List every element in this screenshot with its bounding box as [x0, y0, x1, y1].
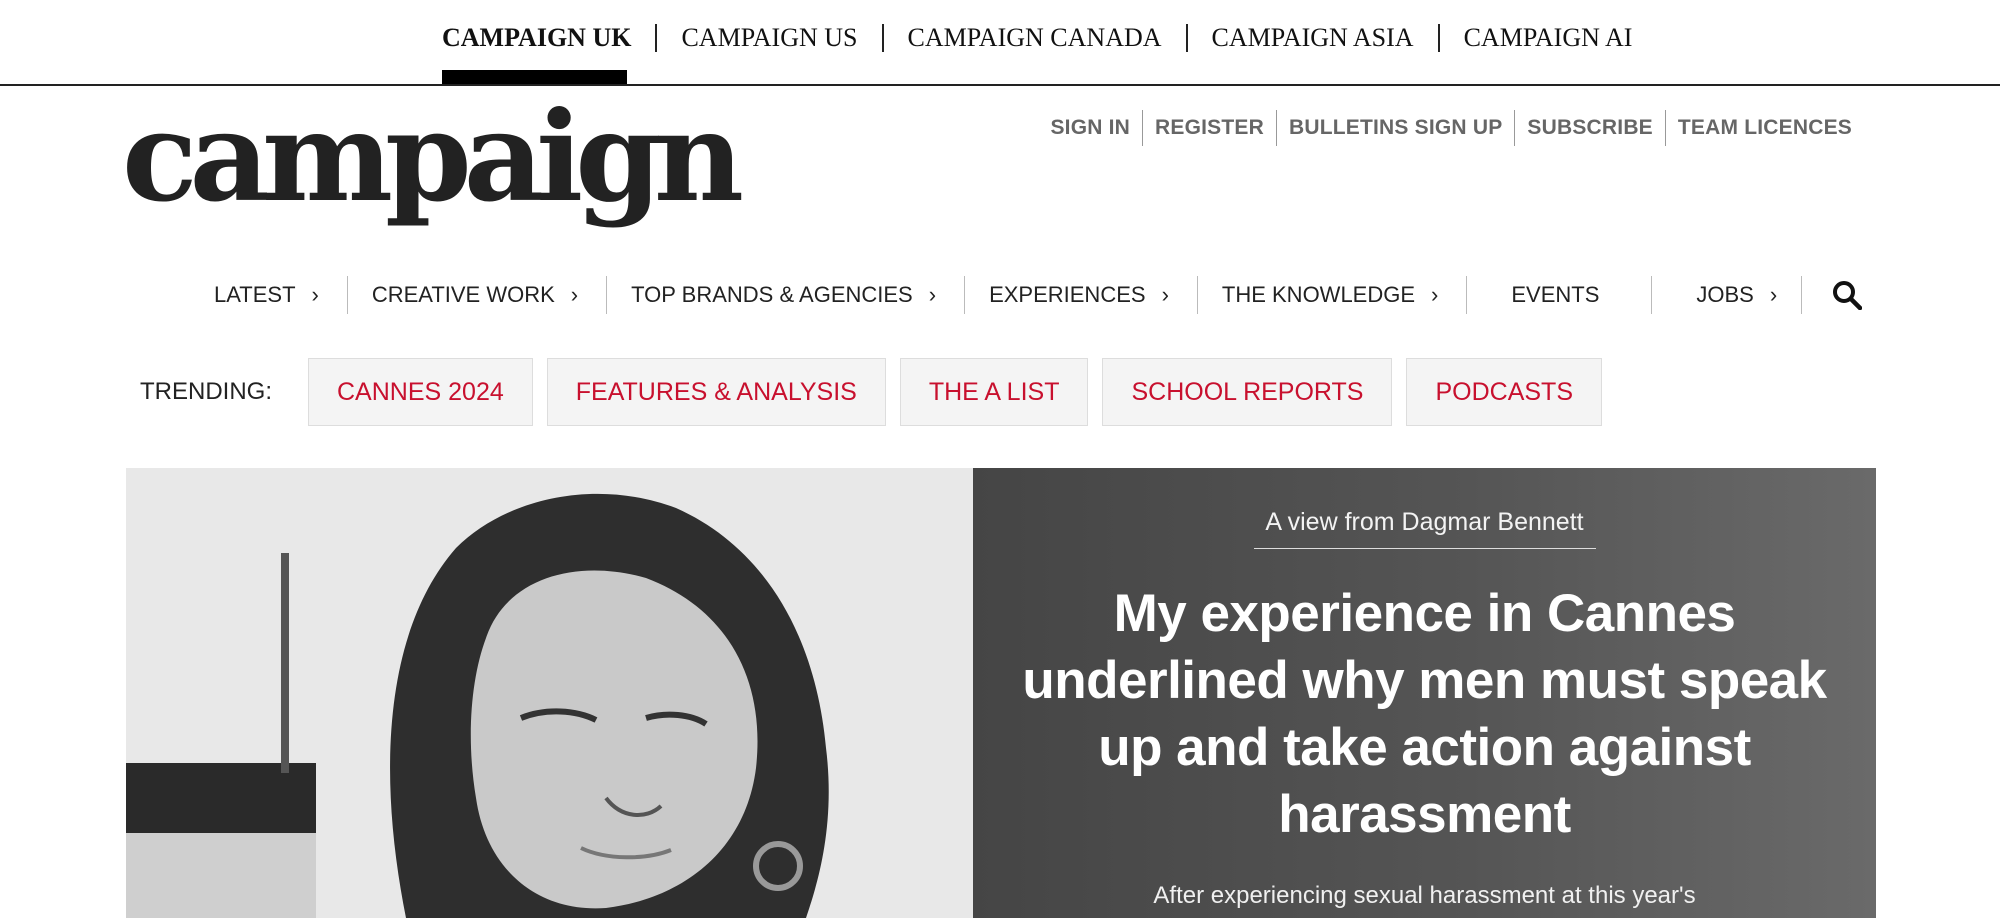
nav-item-experiences[interactable]: EXPERIENCES › — [965, 277, 1197, 313]
nav-item-label: TOP BRANDS & AGENCIES — [631, 282, 913, 307]
edition-divider — [881, 24, 884, 52]
site-logo[interactable]: campaign — [122, 96, 744, 220]
search-icon — [1833, 281, 1863, 310]
trending-chip-features-analysis[interactable]: FEATURES & ANALYSIS — [546, 358, 886, 426]
chevron-right-icon: › — [1431, 282, 1439, 307]
article-standfirst: After experiencing sexual harassment at … — [1153, 882, 1696, 909]
nav-item-creative-work[interactable]: CREATIVE WORK › — [348, 277, 606, 313]
trending-chip-podcasts[interactable]: PODCASTS — [1406, 358, 1602, 426]
chevron-right-icon: › — [570, 282, 579, 307]
trending-bar: TRENDING: CANNES 2024 FEATURES & ANALYSI… — [140, 358, 1616, 426]
nav-item-label: LATEST — [214, 282, 296, 307]
edition-us-link[interactable]: CAMPAIGN US — [681, 23, 857, 53]
nav-item-label: THE KNOWLEDGE — [1221, 282, 1416, 307]
nav-divider — [1801, 276, 1803, 314]
edition-uk-link[interactable]: CAMPAIGN UK — [442, 23, 631, 53]
nav-item-label: EXPERIENCES — [989, 282, 1146, 307]
register-link[interactable]: REGISTER — [1143, 116, 1276, 140]
nav-item-top-brands-agencies[interactable]: TOP BRANDS & AGENCIES › — [607, 277, 964, 313]
edition-canada-link[interactable]: CAMPAIGN CANADA — [908, 23, 1162, 53]
chevron-right-icon: › — [928, 282, 937, 307]
hero-article-panel[interactable]: A view from Dagmar Bennett My experience… — [973, 468, 1876, 918]
sign-in-link[interactable]: SIGN IN — [1038, 116, 1142, 140]
edition-divider — [1437, 24, 1440, 52]
hero-image[interactable] — [126, 468, 973, 918]
subscribe-link[interactable]: SUBSCRIBE — [1515, 116, 1664, 140]
chevron-right-icon: › — [1769, 282, 1778, 307]
byline-divider — [1254, 548, 1596, 549]
team-licences-link[interactable]: TEAM LICENCES — [1666, 116, 1852, 140]
nav-item-latest[interactable]: LATEST › — [190, 277, 347, 313]
nav-item-label: CREATIVE WORK — [371, 282, 555, 307]
main-nav: LATEST › CREATIVE WORK › TOP BRANDS & AG… — [190, 270, 1863, 320]
trending-chip-the-a-list[interactable]: THE A LIST — [899, 358, 1089, 426]
nav-item-label: EVENTS — [1511, 282, 1600, 307]
trending-label: TRENDING: — [140, 378, 272, 405]
edition-divider — [655, 24, 658, 52]
article-headline[interactable]: My experience in Cannes underlined why m… — [1013, 580, 1836, 848]
bulletins-signup-link[interactable]: BULLETINS SIGN UP — [1277, 116, 1514, 140]
nav-item-jobs[interactable]: JOBS › — [1652, 277, 1801, 313]
nav-item-the-knowledge[interactable]: THE KNOWLEDGE › — [1198, 277, 1466, 313]
nav-item-label: JOBS — [1696, 282, 1754, 307]
edition-ai-link[interactable]: CAMPAIGN AI — [1464, 23, 1633, 53]
edition-asia-link[interactable]: CAMPAIGN ASIA — [1212, 23, 1414, 53]
article-byline[interactable]: A view from Dagmar Bennett — [973, 508, 1876, 537]
trending-chip-school-reports[interactable]: SCHOOL REPORTS — [1102, 358, 1393, 426]
nav-item-events[interactable]: EVENTS — [1467, 277, 1651, 313]
trending-chip-cannes-2024[interactable]: CANNES 2024 — [308, 358, 533, 426]
account-links: SIGN IN REGISTER BULLETINS SIGN UP SUBSC… — [1038, 110, 1852, 146]
active-edition-indicator — [442, 70, 627, 84]
chevron-right-icon: › — [311, 282, 319, 307]
edition-divider — [1185, 24, 1188, 52]
editions-bar: CAMPAIGN UK CAMPAIGN US CAMPAIGN CANADA … — [0, 0, 2000, 86]
chevron-right-icon: › — [1161, 282, 1169, 307]
editions-list: CAMPAIGN UK CAMPAIGN US CAMPAIGN CANADA … — [442, 18, 1632, 58]
search-button[interactable] — [1832, 280, 1863, 310]
